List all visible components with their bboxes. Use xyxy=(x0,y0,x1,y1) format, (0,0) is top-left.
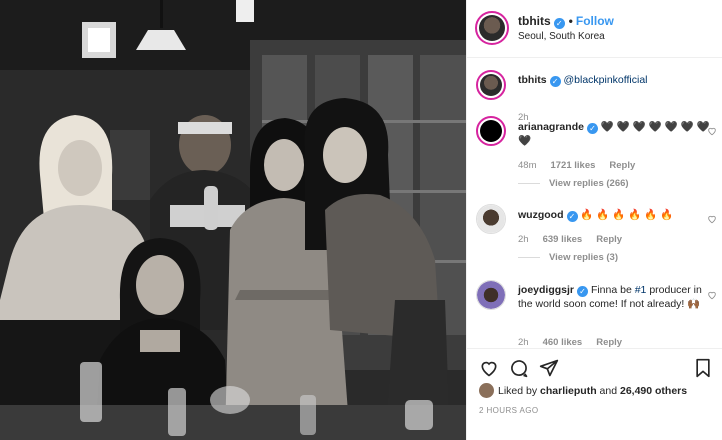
and-label: and xyxy=(596,385,620,397)
liker-username[interactable]: charlieputh xyxy=(540,385,597,397)
others-likes-link[interactable]: 26,490 others xyxy=(620,385,687,397)
caption-text: tbhits ✓ @blackpinkofficial xyxy=(518,73,713,87)
comment-username[interactable]: joeydiggsjr xyxy=(518,284,574,296)
heart-icon[interactable] xyxy=(707,290,717,300)
reply-button[interactable]: Reply xyxy=(596,337,622,348)
bookmark-icon[interactable] xyxy=(693,358,713,378)
separator-dot: • xyxy=(568,14,573,28)
view-replies-button[interactable]: View replies (266) xyxy=(518,178,629,189)
comment-content-start: Finna be xyxy=(590,284,635,296)
reply-button[interactable]: Reply xyxy=(609,160,635,171)
comment-time[interactable]: 48m xyxy=(518,160,536,171)
comment-likes[interactable]: 639 likes xyxy=(543,234,583,245)
post-header: tbhits ✓ • Follow Seoul, South Korea xyxy=(467,0,722,58)
verified-badge-icon: ✓ xyxy=(586,123,598,134)
liker-avatar[interactable] xyxy=(479,383,494,398)
comment-text: joeydiggsjr ✓ Finna be #1 producer in the… xyxy=(518,283,713,311)
comment-time[interactable]: 2h xyxy=(518,337,529,348)
post-side-panel: tbhits ✓ • Follow Seoul, South Korea tbhits… xyxy=(466,0,722,440)
heart-icon[interactable] xyxy=(707,126,717,136)
view-replies-label: View replies (3) xyxy=(549,252,618,263)
replies-line xyxy=(518,256,540,258)
verified-badge-icon: ✓ xyxy=(577,286,589,297)
likes-summary: Liked by charlieputh and 26,490 others xyxy=(479,383,687,398)
follow-button[interactable]: Follow xyxy=(576,14,614,28)
action-bar xyxy=(467,348,722,380)
verified-badge-icon: ✓ xyxy=(553,18,565,29)
comment-text: arianagrande ✓ 🖤 🖤 🖤 🖤 🖤 🖤 🖤 🖤 xyxy=(518,120,713,148)
comment-meta: 2h 639 likes Reply xyxy=(518,234,636,245)
author-name-line: tbhits ✓ • Follow xyxy=(518,14,614,29)
post-photo[interactable] xyxy=(0,0,466,440)
hashtag-link[interactable]: #1 xyxy=(635,284,647,296)
verified-badge-icon: ✓ xyxy=(549,76,561,87)
caption-avatar[interactable] xyxy=(476,70,506,100)
author-avatar[interactable] xyxy=(475,11,509,45)
replies-line xyxy=(518,182,540,184)
post-timestamp[interactable]: 2 HOURS AGO xyxy=(479,406,539,415)
comments-list[interactable]: tbhits ✓ @blackpinkofficial 2h arianagran… xyxy=(467,58,722,348)
comment-meta: 48m 1721 likes Reply xyxy=(518,160,649,171)
heart-icon[interactable] xyxy=(479,358,499,378)
comment-meta: 2h 460 likes Reply xyxy=(518,337,636,348)
comment-time[interactable]: 2h xyxy=(518,234,529,245)
caption-mention[interactable]: @blackpinkofficial xyxy=(564,74,648,86)
reply-button[interactable]: Reply xyxy=(596,234,622,245)
comment-avatar[interactable] xyxy=(476,204,506,234)
view-replies-label: View replies (266) xyxy=(549,178,629,189)
comment-content: 🔥 🔥 🔥 🔥 🔥 🔥 xyxy=(580,209,674,221)
author-username[interactable]: tbhits xyxy=(518,14,551,28)
view-replies-button[interactable]: View replies (3) xyxy=(518,252,618,263)
comment-username[interactable]: wuzgood xyxy=(518,209,564,221)
liked-by-label: Liked by xyxy=(498,385,541,397)
comment-icon[interactable] xyxy=(509,358,529,378)
share-icon[interactable] xyxy=(539,358,559,378)
caption-username[interactable]: tbhits xyxy=(518,74,547,86)
heart-icon[interactable] xyxy=(707,214,717,224)
photo-illustration xyxy=(0,0,466,440)
comment-avatar[interactable] xyxy=(476,116,506,146)
comment-text: wuzgood ✓ 🔥 🔥 🔥 🔥 🔥 🔥 xyxy=(518,208,713,222)
verified-badge-icon: ✓ xyxy=(566,211,578,222)
comment-likes[interactable]: 1721 likes xyxy=(550,160,595,171)
instagram-post: tbhits ✓ • Follow Seoul, South Korea tbhits… xyxy=(0,0,722,440)
comment-likes[interactable]: 460 likes xyxy=(543,337,583,348)
post-location[interactable]: Seoul, South Korea xyxy=(518,31,605,42)
comment-username[interactable]: arianagrande xyxy=(518,121,584,133)
comment-avatar[interactable] xyxy=(476,280,506,310)
